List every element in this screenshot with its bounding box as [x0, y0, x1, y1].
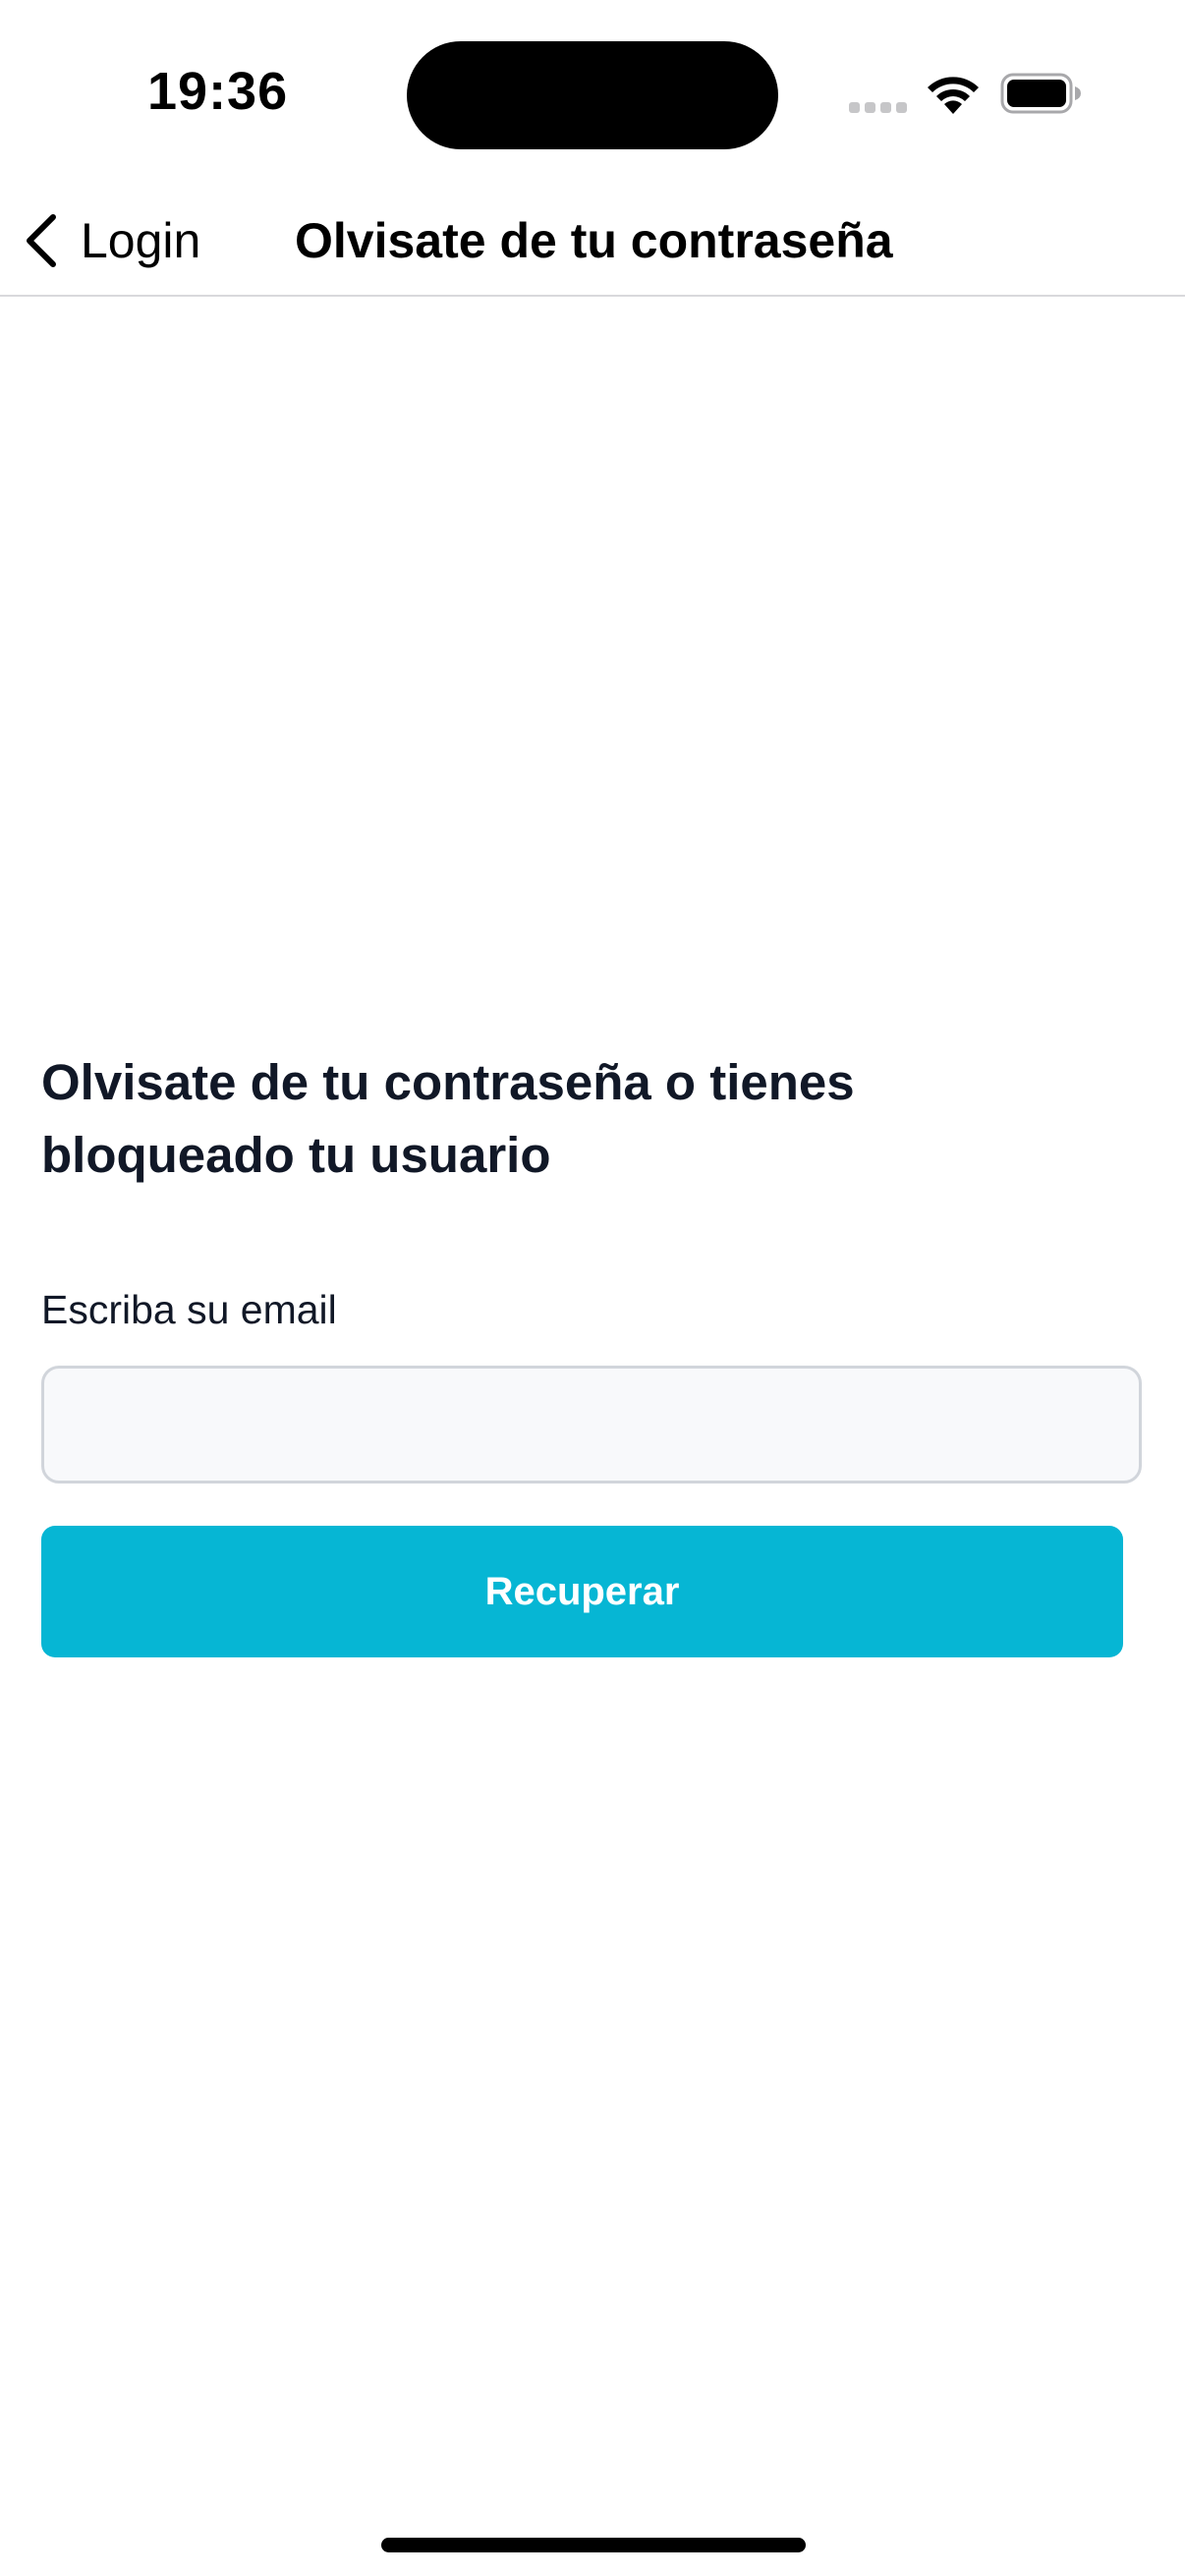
dynamic-island — [407, 41, 778, 149]
status-time: 19:36 — [147, 62, 289, 121]
status-bar: 19:36 — [0, 0, 1185, 187]
recovery-form: Olvisate de tu contraseña o tienes bloqu… — [41, 1046, 1146, 1657]
email-field[interactable] — [41, 1366, 1142, 1484]
recover-button[interactable]: Recuperar — [41, 1526, 1123, 1657]
wifi-icon — [928, 77, 979, 114]
forgot-password-screen: 19:36 Login Olvisate de tu contraseña Ol… — [0, 0, 1185, 2576]
cellular-signal-icon — [849, 102, 908, 114]
page-title: Olvisate de tu contraseña — [295, 213, 893, 268]
home-indicator[interactable] — [381, 2538, 806, 2552]
form-heading: Olvisate de tu contraseña o tienes bloqu… — [41, 1054, 855, 1183]
back-button-label: Login — [81, 213, 201, 268]
email-field-label: Escriba su email — [41, 1287, 337, 1332]
battery-icon — [1000, 73, 1081, 114]
back-button[interactable]: Login — [20, 187, 226, 295]
navigation-bar: Login Olvisate de tu contraseña — [0, 187, 1185, 297]
chevron-left-icon — [27, 214, 56, 267]
